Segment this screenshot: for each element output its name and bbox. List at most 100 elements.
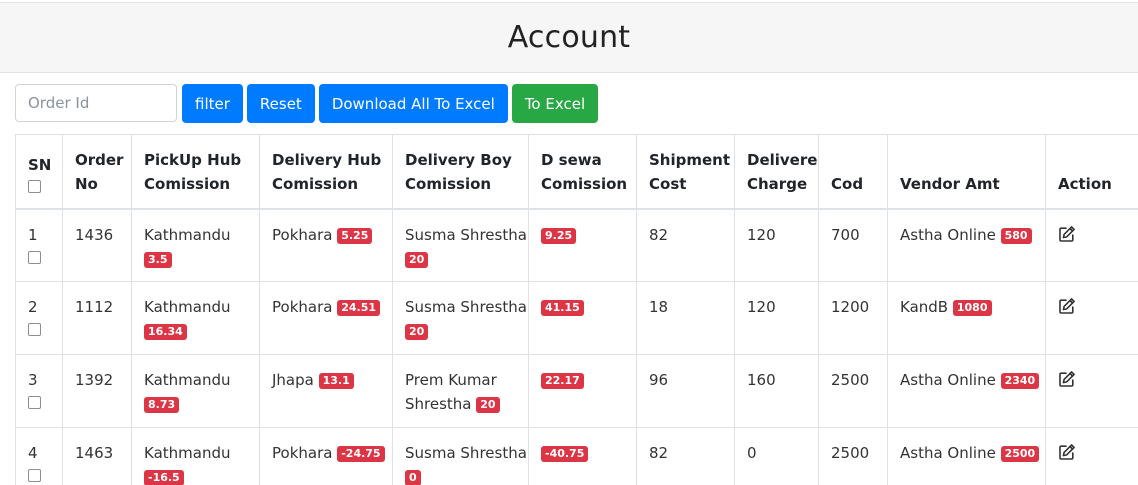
cell-order-no: 1436 [62,208,132,282]
header-delivere-charge: Delivere Charge [734,134,819,210]
cell-order-no: 1392 [62,354,132,428]
delivery-boy-commission-badge: 20 [476,397,500,413]
cell-delivery-boy: Prem Kumar Shrestha 20 [392,354,529,428]
vendor-name: Astha Online [900,444,996,462]
cell-dsewa: 22.17 [528,354,637,428]
pickup-commission-badge: 3.5 [144,251,172,268]
cell-pickup-hub: Kathmandu 16.34 [131,281,260,355]
cell-pickup-hub: Kathmandu 8.73 [131,354,260,428]
header-sn: SN [15,134,63,210]
cell-action [1045,281,1138,355]
header-cod: Cod [818,134,888,210]
pickup-hub-name: Kathmandu [144,225,231,244]
delivery-hub-name: Pokhara [272,298,333,316]
account-table-container: SN Order No PickUp Hub Comission Deliver… [15,134,1138,485]
row-checkbox[interactable] [28,469,41,482]
edit-icon[interactable] [1058,370,1076,388]
vendor-amount-badge: 1080 [952,300,992,316]
row-checkbox[interactable] [28,323,41,336]
cell-cod: 2500 [818,427,888,485]
cell-sn: 2 [15,281,63,355]
header-delivery-hub: Delivery Hub Comission [259,134,393,210]
pickup-hub-name: Kathmandu [144,371,231,389]
pickup-commission-badge: 8.73 [144,397,180,413]
row-checkbox[interactable] [28,250,41,264]
cell-cod: 2500 [818,354,888,428]
cell-sn: 3 [15,354,63,428]
delivery-hub-name: Pokhara [272,444,333,462]
delivery-hub-commission-badge: 24.51 [337,300,381,316]
cell-delivery-hub: Pokhara -24.75 [259,427,393,485]
cell-delivery-hub: Pokhara 5.25 [259,208,393,282]
table-row: 1 1436 Kathmandu 3.5 Pokhara 5.25 Susma … [15,208,1138,282]
cell-shipment-cost: 82 [636,427,735,485]
sn-value: 4 [28,444,38,462]
toolbar: filter Reset Download All To Excel To Ex… [15,84,602,124]
cell-order-no: 1463 [62,427,132,485]
header-shipment-cost: Shipment Cost [636,134,735,210]
delivery-hub-name: Pokhara [272,225,333,244]
page-title: Account [507,20,631,55]
pickup-hub-name: Kathmandu [144,298,231,316]
vendor-amount-badge: 580 [1000,227,1032,244]
order-id-input[interactable] [15,84,177,122]
pickup-commission-badge: 16.34 [144,324,187,340]
delivery-hub-commission-badge: -24.75 [337,446,385,462]
table-row: 2 1112 Kathmandu 16.34 Pokhara 24.51 Sus… [15,281,1138,355]
cell-delivery-boy: Susma Shrestha 0 [392,427,529,485]
sn-value: 3 [28,371,38,389]
delivery-boy-name: Susma Shrestha [405,225,527,244]
row-checkbox[interactable] [28,396,41,409]
cell-shipment-cost: 18 [636,281,735,355]
vendor-name: Astha Online [900,225,996,244]
cell-shipment-cost: 96 [636,354,735,428]
reset-button[interactable]: Reset [246,84,315,123]
header-sn-label: SN [28,155,52,174]
delivery-hub-name: Jhapa [272,371,314,389]
cell-shipment-cost: 82 [636,208,735,282]
table-row: 4 1463 Kathmandu -16.5 Pokhara -24.75 Su… [15,427,1138,485]
header-delivery-boy: Delivery Boy Comission [392,134,529,210]
delivery-hub-commission-badge: 13.1 [318,373,354,389]
dsewa-commission-badge: 22.17 [541,373,584,389]
cell-sn: 1 [15,208,63,282]
header-action: Action [1045,134,1138,210]
delivery-boy-commission-badge: 20 [405,251,429,268]
cell-order-no: 1112 [62,281,132,355]
cell-action [1045,208,1138,282]
download-all-excel-button[interactable]: Download All To Excel [318,84,508,123]
select-all-checkbox[interactable] [28,179,41,193]
cell-dsewa: 41.15 [528,281,637,355]
edit-icon[interactable] [1058,443,1076,461]
cell-sn: 4 [15,427,63,485]
filter-button[interactable]: filter [182,84,243,123]
cell-vendor-amt: Astha Online 580 [887,208,1046,282]
cell-delivere-charge: 160 [734,354,819,428]
delivery-boy-commission-badge: 20 [405,324,429,340]
header-pickup-hub: PickUp Hub Comission [131,134,260,210]
sn-value: 1 [28,225,38,244]
cell-delivere-charge: 0 [734,427,819,485]
dsewa-commission-badge: 41.15 [541,300,584,316]
pickup-hub-name: Kathmandu [144,444,231,462]
header-dsewa: D sewa Comission [528,134,637,210]
dsewa-commission-badge: 9.25 [541,227,577,244]
delivery-hub-commission-badge: 5.25 [337,227,373,244]
vendor-amount-badge: 2500 [1000,446,1040,462]
sn-value: 2 [28,298,38,316]
account-table: SN Order No PickUp Hub Comission Deliver… [15,134,1138,485]
cell-vendor-amt: Astha Online 2500 [887,427,1046,485]
cell-dsewa: -40.75 [528,427,637,485]
delivery-boy-name: Susma Shrestha [405,444,527,462]
cell-pickup-hub: Kathmandu -16.5 [131,427,260,485]
cell-delivere-charge: 120 [734,208,819,282]
cell-delivery-hub: Jhapa 13.1 [259,354,393,428]
cell-dsewa: 9.25 [528,208,637,282]
cell-cod: 700 [818,208,888,282]
edit-icon[interactable] [1058,297,1076,315]
edit-icon[interactable] [1058,225,1076,243]
vendor-name: Astha Online [900,371,996,389]
cell-cod: 1200 [818,281,888,355]
delivery-boy-commission-badge: 0 [405,470,421,485]
to-excel-button[interactable]: To Excel [511,84,599,123]
